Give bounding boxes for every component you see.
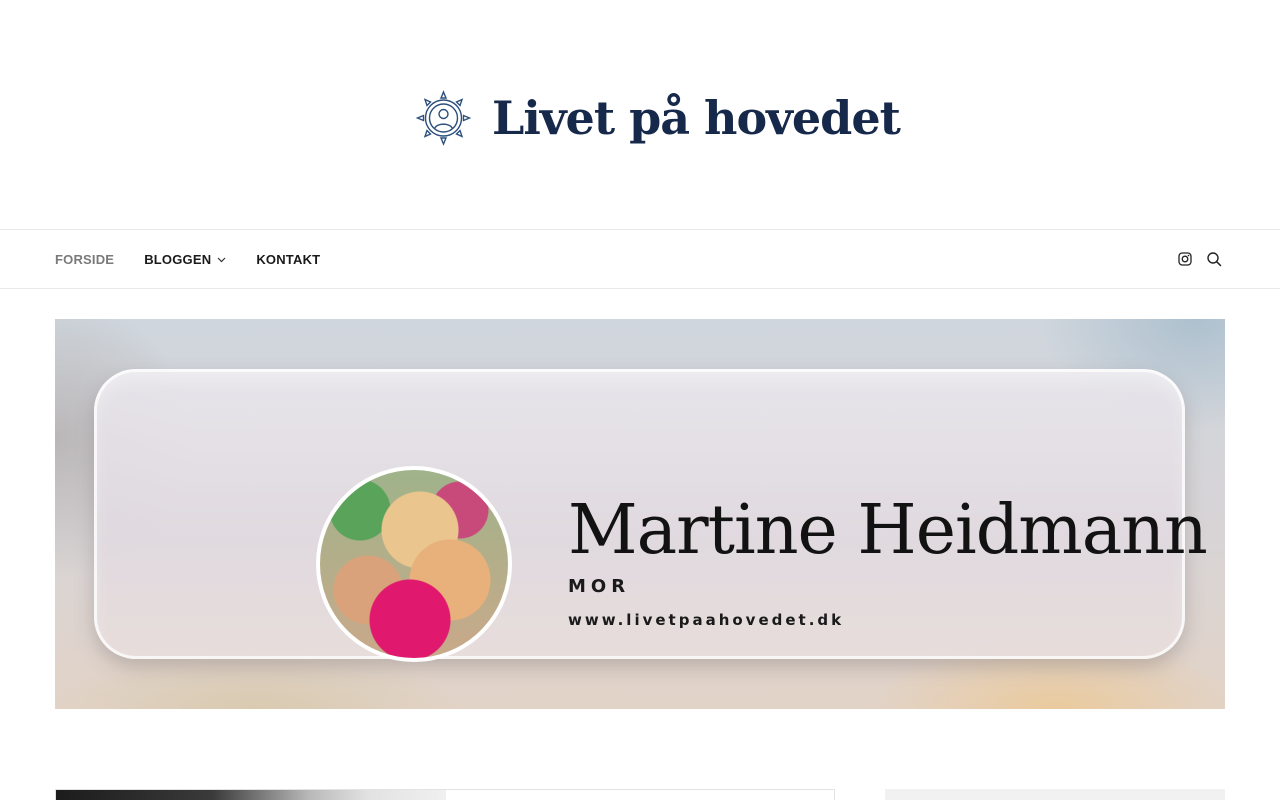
instagram-icon[interactable]: [1177, 251, 1193, 267]
sidebar-widget: [885, 789, 1225, 800]
nav-item-forside[interactable]: FORSIDE: [55, 252, 114, 267]
chevron-down-icon: [217, 257, 226, 262]
hero-card: Martine Heidmann MOR www.livetpaahovedet…: [94, 369, 1208, 662]
nav-tools: [1164, 230, 1222, 288]
nav-item-label: KONTAKT: [256, 251, 321, 267]
banner-name: Martine Heidmann: [568, 491, 1208, 570]
post-card[interactable]: [55, 789, 835, 800]
main-navigation: FORSIDE BLOGGEN KONTAKT: [0, 229, 1280, 289]
nav-item-bloggen[interactable]: BLOGGEN: [144, 252, 226, 267]
site-header: Livet på hovedet: [0, 0, 1280, 229]
search-icon[interactable]: [1206, 251, 1222, 267]
site-title[interactable]: Livet på hovedet: [492, 95, 901, 141]
nav-menu: FORSIDE BLOGGEN KONTAKT: [55, 230, 350, 288]
nav-item-label: BLOGGEN: [144, 251, 212, 267]
nav-item-kontakt[interactable]: KONTAKT: [256, 252, 320, 267]
banner-role: MOR: [568, 576, 631, 597]
site-brand[interactable]: Livet på hovedet: [415, 88, 901, 148]
avatar-photo: [316, 466, 512, 662]
hero-banner: Martine Heidmann MOR www.livetpaahovedet…: [55, 319, 1225, 709]
nav-item-label: FORSIDE: [55, 251, 115, 267]
banner-url: www.livetpaahovedet.dk: [568, 611, 845, 629]
post-thumbnail[interactable]: [56, 790, 446, 800]
compass-person-icon: [415, 90, 472, 146]
